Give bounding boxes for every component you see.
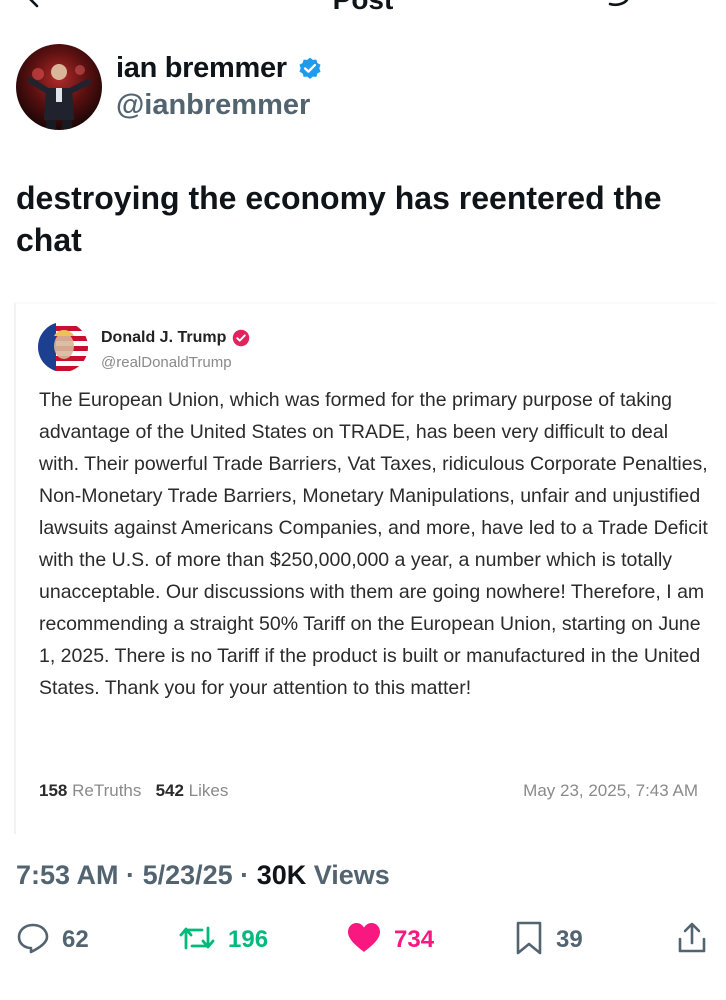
share-icon [676, 921, 708, 960]
verified-badge-icon [297, 56, 323, 87]
views-label: Views [313, 860, 390, 890]
embed-avatar [38, 322, 88, 372]
reply-icon [16, 921, 50, 960]
embed-verified-badge-icon [232, 329, 250, 352]
like-count: 734 [394, 926, 435, 953]
reply-button[interactable]: 62 [16, 918, 89, 962]
bookmark-icon [514, 920, 544, 961]
bookmark-count: 39 [556, 926, 583, 953]
reply-count: 62 [62, 926, 89, 953]
embed-retruths-label: ReTruths [72, 781, 142, 800]
post-text: destroying the economy has reentered the… [16, 180, 662, 258]
bookmark-button[interactable]: 39 [514, 918, 583, 962]
avatar[interactable] [16, 44, 102, 130]
embed-stats: 158 ReTruths 542 Likes [39, 781, 228, 801]
author-name[interactable]: ian bremmer [116, 52, 287, 85]
embedded-image[interactable]: Donald J. Trump @realDonaldTrump The Eur… [14, 302, 716, 834]
embed-body-text: The European Union, which was formed for… [39, 389, 708, 699]
author-handle[interactable]: @ianbremmer [116, 89, 310, 122]
top-bar: Post [0, 0, 726, 17]
embed-date: May 23, 2025, 7:43 AM [523, 781, 698, 800]
repost-count: 196 [228, 926, 269, 953]
embed-likes-label: Likes [188, 781, 229, 800]
action-bar: 62 196 734 39 [0, 918, 726, 962]
embed-retruths-count: 158 [39, 781, 68, 800]
embed-author-handle: @realDonaldTrump [101, 354, 232, 371]
post-date: 5/23/25 [142, 860, 233, 890]
post-time: 7:53 AM [16, 860, 119, 890]
post-meta: 7:53 AM · 5/23/25 · 30K Views [16, 860, 390, 891]
separator-dot: · [126, 860, 136, 890]
embed-likes-count: 542 [155, 781, 184, 800]
share-button[interactable] [676, 918, 708, 962]
views-count[interactable]: 30K [257, 860, 307, 890]
repost-icon [178, 921, 216, 960]
repost-button[interactable]: 196 [178, 918, 268, 962]
reply-icon[interactable] [598, 0, 632, 17]
separator-dot: · [240, 860, 250, 890]
embed-author-name: Donald J. Trump [101, 329, 227, 346]
like-button[interactable]: 734 [346, 918, 434, 962]
heart-icon [346, 921, 382, 960]
